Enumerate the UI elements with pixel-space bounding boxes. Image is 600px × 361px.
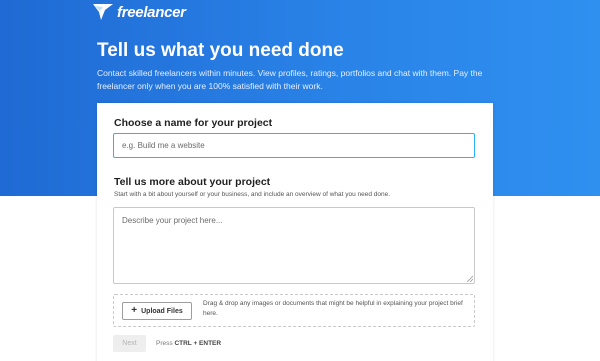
project-name-input[interactable] (113, 133, 475, 158)
next-button[interactable]: Next (113, 335, 146, 352)
plus-icon: + (131, 305, 138, 316)
project-description-label: Tell us more about your project (114, 176, 271, 188)
freelancer-logo[interactable]: freelancer (92, 2, 186, 22)
shortcut-keys: CTRL + ENTER (174, 340, 222, 347)
upload-files-button[interactable]: + Upload Files (122, 302, 192, 320)
press-prefix: Press (156, 340, 173, 347)
logo-text: freelancer (117, 3, 186, 21)
keyboard-shortcut-hint: Press CTRL + ENTER (156, 340, 221, 347)
project-name-label: Choose a name for your project (114, 117, 273, 129)
drop-zone-text: Drag & drop any images or documents that… (203, 300, 463, 317)
page-title: Tell us what you need done (97, 40, 344, 61)
file-drop-zone[interactable]: + Upload Files Drag & drop any images or… (113, 294, 475, 327)
freelancer-bird-icon (93, 4, 113, 20)
project-form-card: Choose a name for your project Tell us m… (97, 103, 493, 361)
upload-files-label: Upload Files (141, 307, 183, 315)
project-description-textarea[interactable] (113, 207, 475, 284)
page-subtitle: Contact skilled freelancers within minut… (97, 68, 483, 91)
resize-grip-icon[interactable] (466, 275, 473, 282)
project-description-hint: Start with a bit about yourself or your … (114, 191, 391, 198)
